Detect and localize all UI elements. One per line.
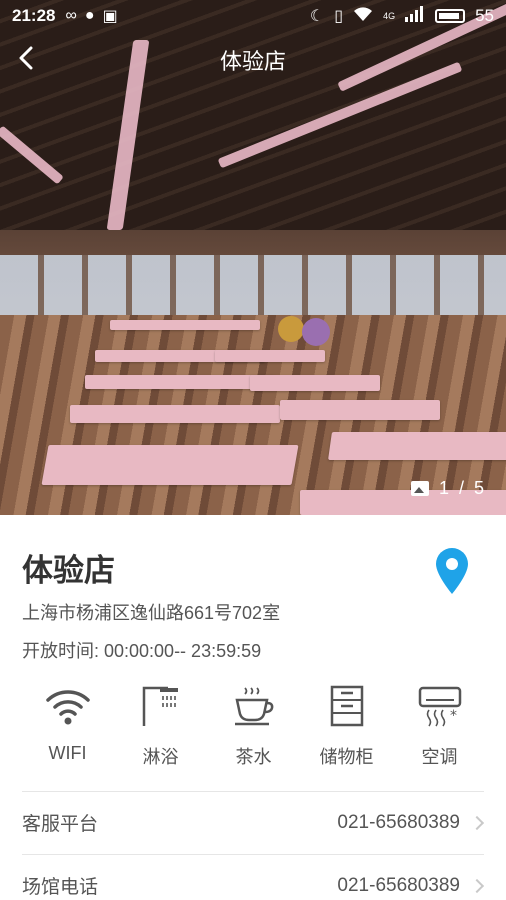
gallery-current: 1 [438, 478, 449, 498]
battery-icon [435, 9, 466, 23]
infinity-icon: ∞ [65, 7, 77, 24]
yoga-mat [280, 400, 440, 420]
yoga-mat [328, 432, 506, 460]
chevron-right-icon [469, 878, 485, 893]
gallery-total: 5 [473, 478, 484, 498]
contact-phone: 021-65680389 [337, 874, 460, 896]
facility-label: 茶水 [235, 747, 272, 767]
contact-row-venue[interactable]: 场馆电话 021-65680389 [22, 854, 485, 900]
shower-icon [138, 683, 184, 729]
yoga-mat [41, 445, 299, 485]
store-name: 体验店 [22, 553, 115, 588]
yoga-mat [85, 375, 275, 389]
store-address: 上海市杨浦区逸仙路661号702室 [22, 603, 281, 623]
yoga-mat [70, 405, 280, 423]
gallery-counter: 1 / 5 [410, 478, 484, 499]
svg-text:*: * [450, 708, 457, 724]
location-pin-icon [436, 548, 468, 594]
facility-air-conditioner: * 空调 [393, 683, 486, 773]
facility-tea: 茶水 [207, 683, 300, 773]
facility-label: WIFI [48, 743, 87, 763]
contact-label: 客服平台 [22, 814, 99, 835]
facility-wifi: WIFI [21, 683, 114, 773]
tea-icon [231, 683, 277, 729]
image-notification-icon: ▣ [102, 8, 118, 25]
facility-list: WIFI 淋浴 茶水 储物柜 * 空调 [0, 683, 506, 773]
contact-phone: 021-65680389 [337, 811, 460, 833]
wifi-icon [45, 683, 91, 729]
facility-label: 储物柜 [319, 747, 374, 767]
yoga-mat [110, 320, 260, 330]
location-button[interactable] [434, 547, 470, 595]
store-info-card: 体验店 上海市杨浦区逸仙路661号702室 开放时间: 00:00:00-- 2… [0, 515, 506, 900]
yoga-mat [250, 375, 380, 391]
facility-shower: 淋浴 [114, 683, 207, 773]
yoga-mat [215, 350, 325, 362]
facility-locker: 储物柜 [300, 683, 393, 773]
exercise-ball [302, 318, 330, 346]
contact-row-service[interactable]: 客服平台 021-65680389 [22, 791, 485, 853]
facility-label: 淋浴 [142, 747, 179, 767]
vibrate-icon: ▯ [334, 8, 344, 25]
gallery-image-icon [410, 481, 429, 496]
air-conditioner-icon: * [417, 683, 463, 729]
battery-level: 55 [475, 6, 494, 25]
moon-icon: ☾ [309, 8, 325, 25]
locker-icon [324, 683, 370, 729]
contact-label: 场馆电话 [22, 877, 99, 898]
opening-hours: 开放时间: 00:00:00-- 23:59:59 [22, 641, 262, 661]
status-time: 21:28 [12, 6, 56, 25]
message-icon: ● [84, 7, 95, 24]
title-bar: 体验店 [0, 38, 506, 78]
chevron-right-icon [469, 815, 485, 830]
studio-windows [0, 255, 506, 315]
status-bar: 21:28 ∞ ● ▣ ☾ ▯ 4G 55 [0, 0, 506, 32]
signal-icon [405, 5, 425, 27]
wifi-status-icon [353, 6, 373, 27]
gallery-separator: / [458, 478, 464, 498]
ceiling-decor [0, 0, 506, 230]
exercise-ball [278, 316, 304, 342]
page-title: 体验店 [219, 49, 286, 74]
facility-label: 空调 [421, 747, 458, 767]
network-type-badge: 4G [383, 11, 396, 21]
